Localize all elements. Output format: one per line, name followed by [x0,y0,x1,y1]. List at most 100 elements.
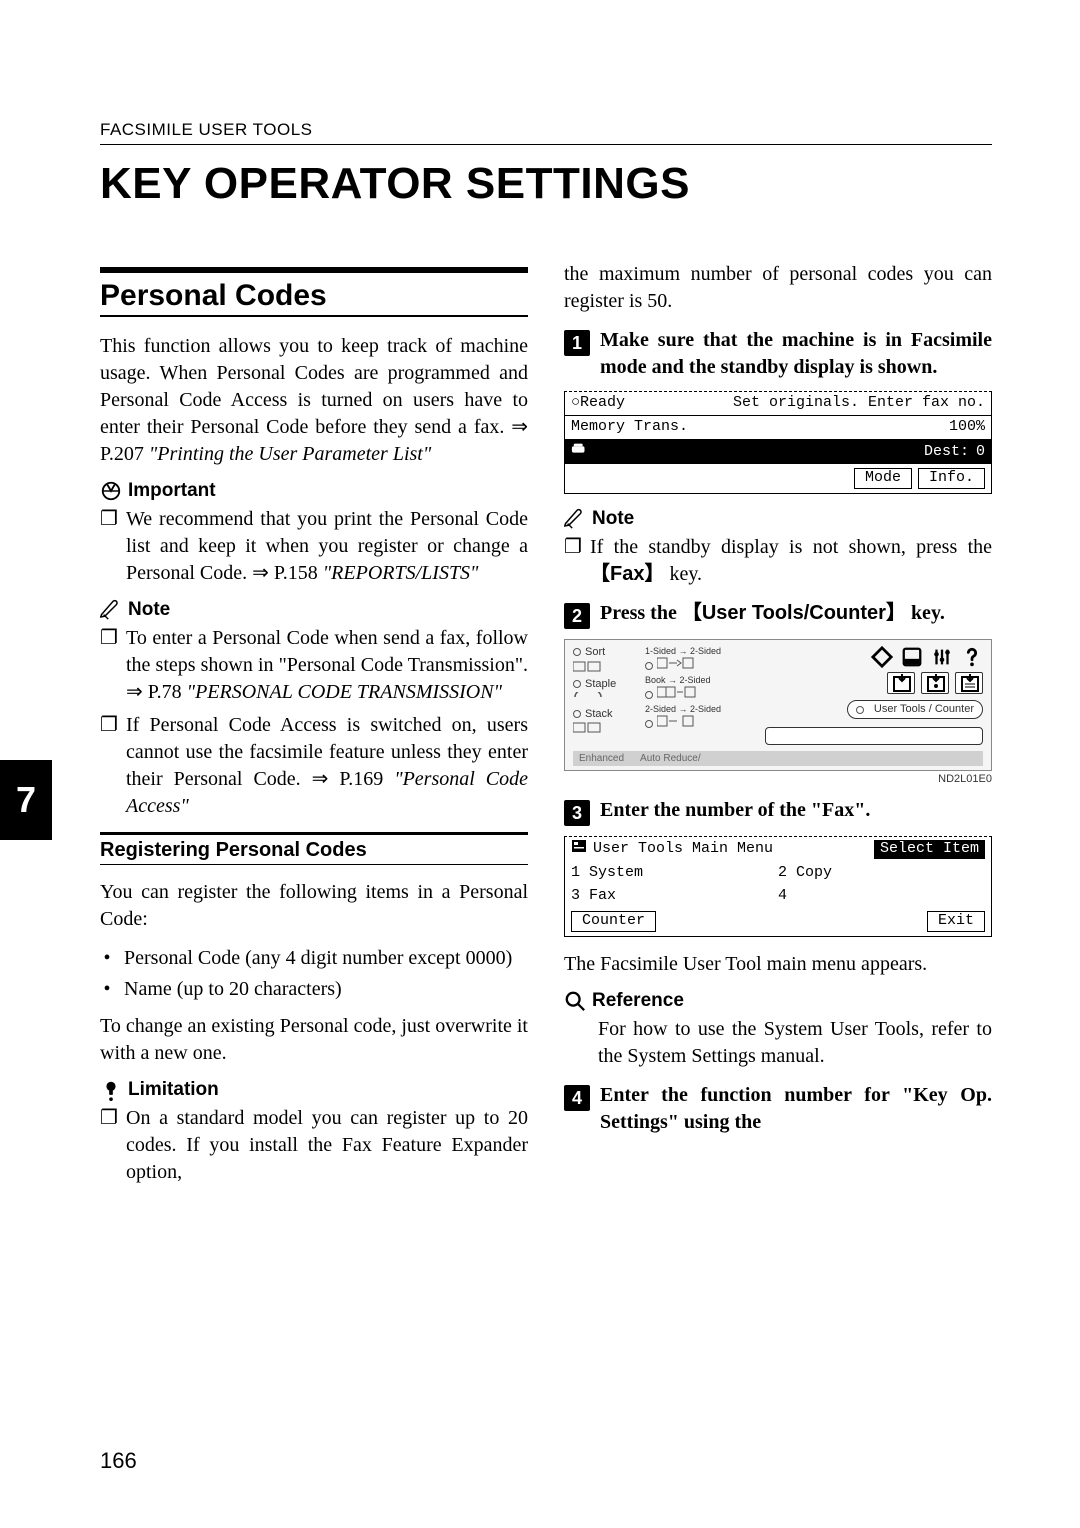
note-right-a: If the standby display is not shown, pre… [590,536,992,558]
box-bullet-icon: ❐ [100,712,118,820]
lcd1-zoom: 100% [688,418,985,437]
chapter-tab: 7 [0,760,52,840]
important-label-row: Important [100,480,528,502]
step-number-badge: 2 [564,603,590,629]
limitation-label: Limitation [128,1079,219,1101]
operation-panel-figure: Sort Staple Stack 1 [564,639,992,771]
lcd-row: Mode Info. [565,464,991,493]
panel-2s2s-label: 2-Sided → 2-Sided [645,704,721,714]
figure-code: ND2L01E0 [564,773,992,785]
important-label: Important [128,480,216,502]
step3-text: Enter the number of the "Fax". [600,797,992,826]
important-icon [100,480,122,502]
panel-blank-button [765,727,983,745]
note-right-b: key. [664,563,702,585]
note-icon [100,599,122,621]
step-number-badge: 4 [564,1085,590,1111]
panel-staple-label: Staple [585,678,616,690]
step4-text: Enter the function number for "Key Op. S… [600,1082,992,1136]
bullet1-text: Personal Code (any 4 digit number except… [124,945,512,972]
panel-bottom-strip: Enhanced Auto Reduce/ [573,751,983,766]
note1-italic: "PERSONAL CODE TRANSMISSION" [187,681,502,703]
sliders-icon [931,646,953,668]
lcd1-dest-val: 0 [969,443,985,462]
list-item: ❐ We recommend that you print the Person… [100,506,528,587]
page-number: 166 [100,1448,137,1474]
subsection-rule-thin [100,864,528,865]
step1-text: Make sure that the machine is in Facsimi… [600,327,992,381]
step-4: 4 Enter the function number for "Key Op.… [564,1082,992,1136]
note-list-right: ❐ If the standby display is not shown, p… [564,534,992,588]
page-title: KEY OPERATOR SETTINGS [100,159,992,209]
box-bullet-icon: ❐ [100,506,118,587]
step-number-badge: 3 [564,800,590,826]
panel-sort-label: Sort [585,646,605,658]
panel-stack-label: Stack [585,708,613,720]
post-step3-text: The Facsimile User Tool main menu appear… [564,951,992,978]
bullet-item: • Personal Code (any 4 digit number exce… [100,945,528,972]
list-item: ❐ If Personal Code Access is switched on… [100,712,528,820]
bullet-dot-icon: • [100,976,114,1003]
limitation-icon [100,1079,122,1101]
note-list: ❐ To enter a Personal Code when send a f… [100,625,528,820]
lcd-row: Counter Exit [565,907,991,936]
fax-key-label: Fax [610,563,644,585]
reference-text: For how to use the System User Tools, re… [564,1016,992,1070]
lcd2-opt1: 1 System [571,864,778,883]
lcd2-counter-button: Counter [571,911,656,932]
list-item: ❐ If the standby display is not shown, p… [564,534,992,588]
panel-autoreduce-label: Auto Reduce/ [640,753,701,764]
lcd-row: User Tools Main Menu Select Item [565,837,991,862]
lcd1-dest-label: Dest: [924,443,969,462]
lcd2-opt4: 4 [778,887,787,906]
important-list: ❐ We recommend that you print the Person… [100,506,528,587]
lcd-row: ○Ready Set originals. Enter fax no. [565,392,991,415]
note-label-right: Note [592,508,634,530]
subsection-rule-heavy [100,832,528,835]
reference-icon [564,990,586,1012]
phone-icon [571,442,593,463]
lcd-display-1: ○Ready Set originals. Enter fax no. Memo… [564,391,992,494]
lcd1-memory-trans: Memory Trans. [571,418,688,437]
paper-tray-icon [921,672,949,694]
list-item: ❐ On a standard model you can register u… [100,1105,528,1186]
important-item-italic: "REPORTS/LISTS" [323,562,479,584]
panel-book2s-label: Book → 2-Sided [645,675,711,685]
lcd1-ready: ○Ready [571,394,625,413]
step2-text-a: Press the [600,602,682,624]
left-column: Personal Codes This function allows you … [100,261,528,1198]
paper-tray-icon [955,672,983,694]
note-label-row-right: Note [564,508,992,530]
lcd2-title: User Tools Main Menu [593,840,773,859]
paper-tray-icon [887,672,915,694]
limitation-list: ❐ On a standard model you can register u… [100,1105,528,1186]
lcd-row-inverse: Dest: 0 [565,439,991,465]
lcd2-select-item: Select Item [874,840,985,859]
step2-text-b: key. [906,602,945,624]
sub-text2: To change an existing Personal code, jus… [100,1013,528,1067]
lcd-row: 1 System 2 Copy [565,862,991,885]
step-number-badge: 1 [564,330,590,356]
box-bullet-icon: ❐ [100,1105,118,1186]
box-bullet-icon: ❐ [564,534,582,588]
note-label-row: Note [100,599,528,621]
continuation-text: the maximum number of personal codes you… [564,261,992,315]
intro-paragraph: This function allows you to keep track o… [100,333,528,468]
bullet2-text: Name (up to 20 characters) [124,976,342,1003]
note-label: Note [128,599,170,621]
panel-enhanced-label: Enhanced [579,753,624,764]
step-3: 3 Enter the number of the "Fax". [564,797,992,826]
panel-1s2s-label: 1-Sided → 2-Sided [645,646,721,656]
right-column: the maximum number of personal codes you… [564,261,992,1198]
lcd-row: Memory Trans. 100% [565,415,991,439]
limitation-label-row: Limitation [100,1079,528,1101]
bullet-dot-icon: • [100,945,114,972]
section-rule-heavy [100,267,528,273]
list-item: ❐ To enter a Personal Code when send a f… [100,625,528,706]
lcd2-opt3: 3 Fax [571,887,778,906]
limitation-item-text: On a standard model you can register up … [126,1105,528,1186]
intro-italic-ref: "Printing the User Parameter List" [149,443,431,465]
contrast-icon [901,646,923,668]
two-column-layout: Personal Codes This function allows you … [100,261,992,1198]
note-icon [564,508,586,530]
